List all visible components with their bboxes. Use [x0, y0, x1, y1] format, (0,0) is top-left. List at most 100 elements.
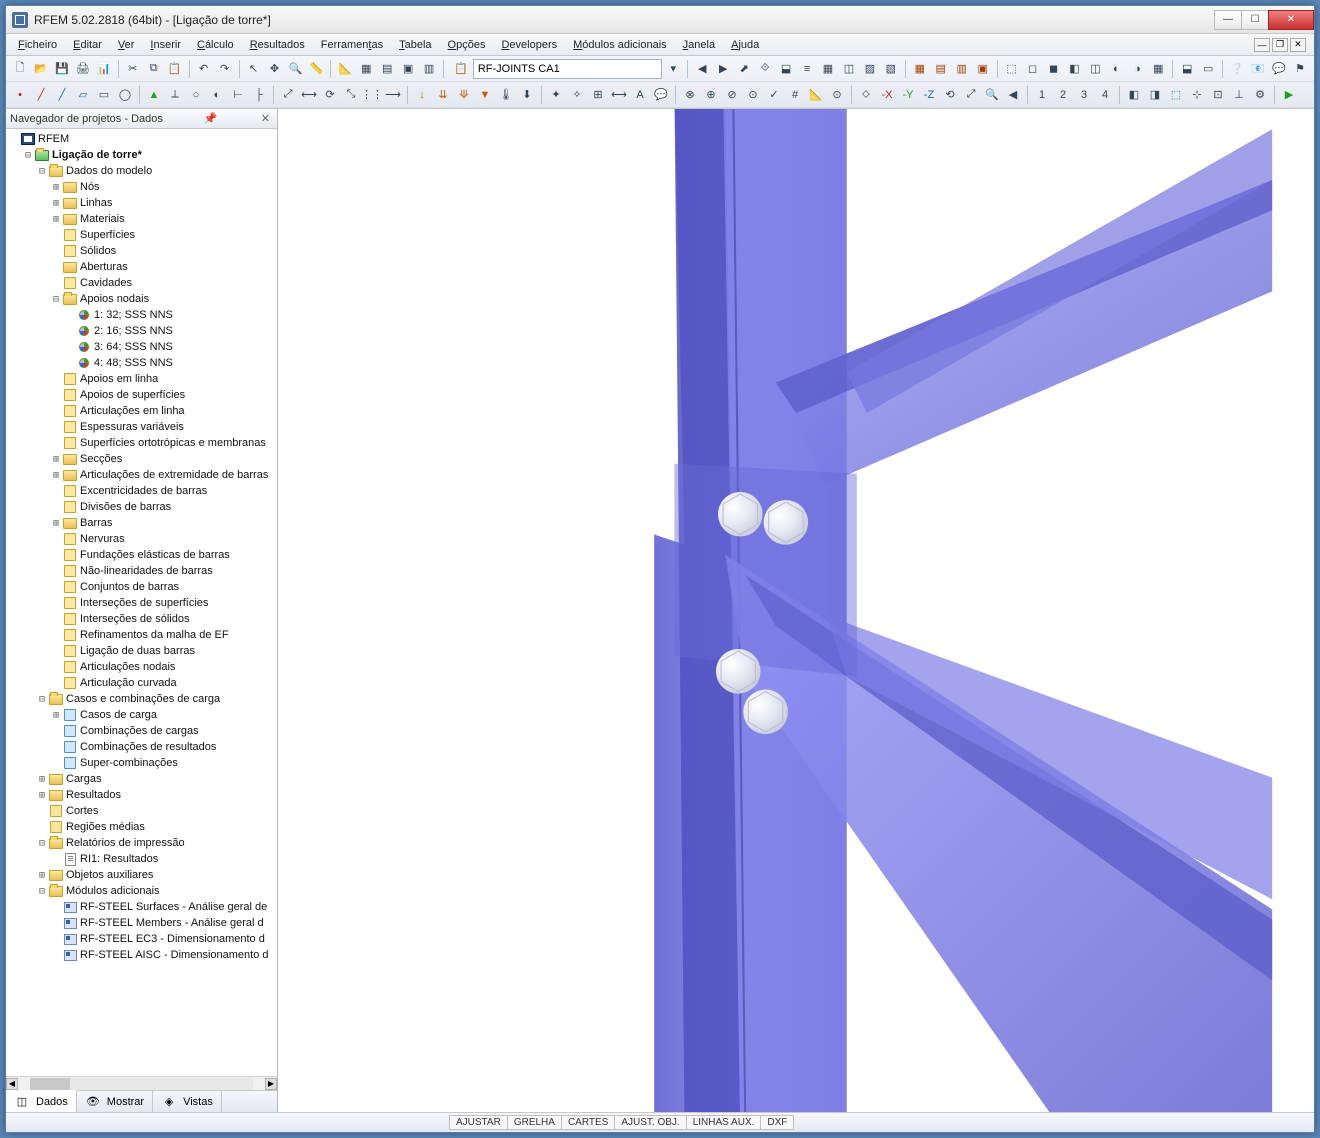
tree-apoios-sup[interactable]: Apoios de superfícies: [48, 387, 277, 403]
load-nodal-icon[interactable]: ↓: [412, 85, 432, 105]
tree-apoio-1[interactable]: 1: 32; SSS NNS: [62, 307, 277, 323]
tree-nos[interactable]: ⊞Nós: [48, 179, 277, 195]
contour-icon[interactable]: ◫: [839, 59, 859, 79]
print-icon[interactable]: 🖨: [73, 59, 93, 79]
forum-icon[interactable]: 💬: [1269, 59, 1289, 79]
tree-excentr[interactable]: Excentricidades de barras: [48, 483, 277, 499]
menu-janela[interactable]: Janela: [675, 37, 723, 53]
split-icon[interactable]: ⊘: [722, 85, 742, 105]
cube-icon[interactable]: ◫: [1085, 59, 1105, 79]
close-button[interactable]: ✕: [1268, 10, 1314, 30]
solid-geom-icon[interactable]: ▭: [94, 85, 114, 105]
project-manager-icon[interactable]: 📊: [94, 59, 114, 79]
support-line-icon[interactable]: ⟂: [165, 85, 185, 105]
menu-ficheiro[interactable]: Ficheiro: [10, 37, 65, 53]
check-icon[interactable]: ✓: [764, 85, 784, 105]
isoband-icon[interactable]: ▨: [860, 59, 880, 79]
cs-icon[interactable]: ✦: [546, 85, 566, 105]
shaded-icon[interactable]: ◼: [1044, 59, 1064, 79]
menu-editar[interactable]: Editar: [65, 37, 110, 53]
boolean-icon[interactable]: ⊕: [701, 85, 721, 105]
zoom-prev-icon[interactable]: ◀: [1003, 85, 1023, 105]
menu-inserir[interactable]: Inserir: [142, 37, 189, 53]
status-ajustar[interactable]: AJUSTAR: [449, 1115, 508, 1130]
tree-artic-nodais[interactable]: Articulações nodais: [48, 659, 277, 675]
zoom-icon[interactable]: 🔍: [285, 59, 305, 79]
diagram-icon[interactable]: ≡: [797, 59, 817, 79]
status-ajust-obj[interactable]: AJUST. OBJ.: [614, 1115, 686, 1130]
rendering-icon[interactable]: ◧: [1065, 59, 1085, 79]
pointer-icon[interactable]: ↖: [244, 59, 264, 79]
tab-mostrar[interactable]: 👁Mostrar: [77, 1091, 153, 1112]
ortho-icon[interactable]: ⊥: [1229, 85, 1249, 105]
hide-icon[interactable]: ▤: [931, 59, 951, 79]
options-icon[interactable]: ⚙: [1250, 85, 1270, 105]
tree-apoio-4[interactable]: 4: 48; SSS NNS: [62, 355, 277, 371]
dropdown-icon[interactable]: ▾: [663, 59, 683, 79]
status-cartes[interactable]: CARTES: [561, 1115, 615, 1130]
extend-icon[interactable]: ⟶: [383, 85, 403, 105]
undo-icon[interactable]: ↶: [194, 59, 214, 79]
wireframe-icon[interactable]: ⬚: [1002, 59, 1022, 79]
grid-icon[interactable]: ▣: [398, 59, 418, 79]
tab-dados[interactable]: ◫Dados: [6, 1090, 77, 1112]
next-icon[interactable]: ▶: [1279, 85, 1299, 105]
deformation-icon[interactable]: ⟐: [755, 59, 775, 79]
member-icon[interactable]: ╱: [52, 85, 72, 105]
load-temp-icon[interactable]: 🌡: [496, 85, 516, 105]
move-icon[interactable]: ⤢: [278, 85, 298, 105]
tree-artic-curv[interactable]: Articulação curvada: [48, 675, 277, 691]
comment-icon[interactable]: 💬: [651, 85, 671, 105]
results-icon[interactable]: ▦: [356, 59, 376, 79]
status-dxf[interactable]: DXF: [760, 1115, 794, 1130]
clip-plane-icon[interactable]: ▣: [973, 59, 993, 79]
tree-fund-elast[interactable]: Fundações elásticas de barras: [48, 547, 277, 563]
help-icon[interactable]: ❔: [1227, 59, 1247, 79]
eccentr-icon[interactable]: ⊢: [228, 85, 248, 105]
line-icon[interactable]: ╱: [31, 85, 51, 105]
tree-conj-barras[interactable]: Conjuntos de barras: [48, 579, 277, 595]
snap-icon[interactable]: ⊡: [1208, 85, 1228, 105]
open-file-icon[interactable]: 📂: [31, 59, 51, 79]
paste-icon[interactable]: 📋: [165, 59, 185, 79]
load-line-icon[interactable]: ⇊: [433, 85, 453, 105]
solid-icon[interactable]: ◻: [1023, 59, 1043, 79]
load-member-icon[interactable]: ⟱: [454, 85, 474, 105]
maximize-button[interactable]: ☐: [1241, 10, 1269, 30]
tree-mod-adic[interactable]: ⊟Módulos adicionais: [34, 883, 277, 899]
mirror-icon[interactable]: ⟷: [299, 85, 319, 105]
status-linhas-aux[interactable]: LINHAS AUX.: [686, 1115, 762, 1130]
tree-rf-aisc[interactable]: RF-STEEL AISC - Dimensionamento d: [48, 947, 277, 963]
view-3-icon[interactable]: 3: [1074, 85, 1094, 105]
status-grelha[interactable]: GRELHA: [507, 1115, 562, 1130]
panel-close-icon[interactable]: ✕: [258, 112, 273, 125]
calculate-icon[interactable]: 📐: [335, 59, 355, 79]
zoom-all-icon[interactable]: ⤢: [961, 85, 981, 105]
table-icon[interactable]: ▤: [377, 59, 397, 79]
user-cs-icon[interactable]: ⊹: [1187, 85, 1207, 105]
tree-divisoes[interactable]: Divisões de barras: [48, 499, 277, 515]
tree-esp-var[interactable]: Espessuras variáveis: [48, 419, 277, 435]
tree-barras[interactable]: ⊞Barras: [48, 515, 277, 531]
mdi-restore-button[interactable]: ❐: [1272, 38, 1288, 52]
cs2-icon[interactable]: ✧: [567, 85, 587, 105]
display-tables-icon[interactable]: ▭: [1198, 59, 1218, 79]
copy-icon[interactable]: ⧉: [144, 59, 164, 79]
text-icon[interactable]: A: [630, 85, 650, 105]
node-icon[interactable]: •: [10, 85, 30, 105]
custom-view-icon[interactable]: ◧: [1124, 85, 1144, 105]
menu-ver[interactable]: Ver: [110, 37, 143, 53]
dimension-icon[interactable]: ⟷: [609, 85, 629, 105]
tree-root[interactable]: RFEM: [6, 131, 277, 147]
tree-rf-surfaces[interactable]: RF-STEEL Surfaces - Análise geral de: [48, 899, 277, 915]
view-iso-icon[interactable]: ⬦: [856, 85, 876, 105]
new-file-icon[interactable]: 🗋: [10, 59, 30, 79]
show-results-icon[interactable]: ⬈: [734, 59, 754, 79]
tree-cavidades[interactable]: Cavidades: [48, 275, 277, 291]
division-icon[interactable]: ├: [249, 85, 269, 105]
scale-icon[interactable]: ⤡: [341, 85, 361, 105]
opening-icon[interactable]: ◯: [115, 85, 135, 105]
view-z-icon[interactable]: -Z: [919, 85, 939, 105]
tree-comb-res[interactable]: Combinações de resultados: [48, 739, 277, 755]
tree-superficies[interactable]: Superfícies: [48, 227, 277, 243]
